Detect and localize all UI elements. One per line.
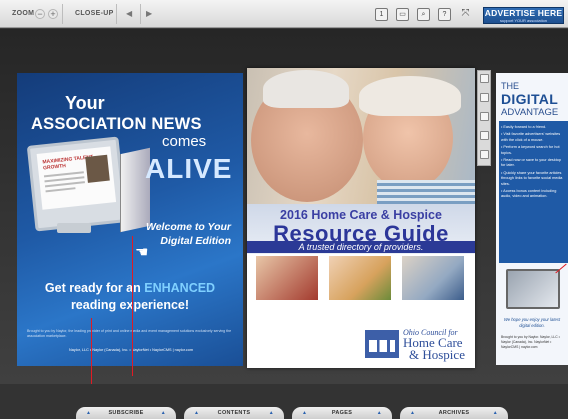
advantage-bullets: • Easily forward to a friend. • Visit fa… — [501, 125, 565, 202]
nav-tab-label: CONTENTS — [217, 410, 251, 416]
page-side-tools — [477, 70, 491, 166]
nav-pages[interactable]: ▲ PAGES ▲ — [292, 407, 392, 419]
single-page-icon[interactable]: 1 — [375, 8, 388, 21]
logo-line-3: & Hospice — [409, 347, 465, 362]
guide-year-line: 2016 Home Care & Hospice — [280, 208, 442, 222]
center-page[interactable]: 2016 Home Care & Hospice Resource Guide … — [247, 68, 475, 368]
elderly-man-hair — [263, 70, 349, 108]
advantage-closing: We hope you enjoy your latest digital ed… — [503, 317, 561, 328]
toolbar-divider — [116, 4, 117, 24]
arrow-up-icon: ▲ — [302, 410, 308, 416]
advertise-subtitle: support YOUR association — [499, 18, 548, 23]
cover-association-news: ASSOCIATION NEWS — [31, 115, 202, 133]
next-page-button[interactable]: ▶ — [146, 9, 152, 18]
list-item: • Quickly share your favorite articles t… — [501, 170, 563, 186]
ohio-logo-mark — [365, 330, 399, 358]
cover-footer: Brought to you by Naylor, the leading pr… — [27, 329, 232, 338]
arrow-up-icon: ▲ — [86, 410, 92, 416]
thumbnail-icon[interactable]: ▭ — [396, 8, 409, 21]
thumbnail-photo — [254, 254, 320, 302]
ready-prefix: Get ready for an — [44, 281, 145, 295]
nav-tab-label: ARCHIVES — [438, 410, 470, 416]
zoom-out-button[interactable]: − — [35, 9, 45, 19]
zoom-label: ZOOM — [12, 10, 35, 17]
nav-archives[interactable]: ▲ ARCHIVES ▲ — [400, 407, 508, 419]
thumbnail-photo — [327, 254, 393, 302]
advantage-credit: Brought to you by Naylor. Naylor, LLC • … — [501, 335, 560, 349]
right-page[interactable]: THE DIGITAL ADVANTAGE • Easily forward t… — [496, 73, 568, 365]
arrow-up-icon: ▲ — [376, 410, 382, 416]
text-line — [44, 181, 85, 188]
help-icon[interactable]: ? — [438, 8, 451, 21]
page-tool-button[interactable] — [480, 93, 489, 102]
thumbnail-photo — [400, 254, 466, 302]
list-item: • Access bonus content including audio, … — [501, 189, 557, 199]
left-page[interactable]: Your ASSOCIATION NEWS MAXIMIZING TALENT … — [17, 73, 243, 366]
cover-photo — [247, 68, 475, 204]
cover-links: Naylor, LLC • Naylor (Canada), Inc. • Na… — [69, 348, 193, 352]
welcome-line-2: Digital Edition — [160, 235, 231, 247]
arrow-up-icon: ▲ — [492, 410, 498, 416]
nav-tab-label: PAGES — [331, 410, 353, 416]
nav-contents[interactable]: ▲ CONTENTS ▲ — [184, 407, 284, 419]
text-line — [45, 187, 76, 193]
cover-comes: comes — [162, 133, 207, 150]
monitor-screen: MAXIMIZING TALENT GROWTH — [36, 146, 117, 210]
arrow-up-icon: ▲ — [268, 410, 274, 416]
advantage-digital: DIGITAL — [501, 91, 559, 107]
advertise-title: ADVERTISE HERE — [484, 8, 563, 18]
toolbar-divider — [62, 4, 63, 24]
arrow-up-icon: ▲ — [194, 410, 200, 416]
striped-shirt — [377, 180, 475, 204]
advantage-the: THE — [501, 81, 519, 91]
cover-your: Your — [65, 93, 105, 113]
welcome-text: Welcome to Your Digital Edition — [146, 220, 231, 248]
list-item: • Easily forward to a friend. — [501, 125, 547, 129]
advertise-banner[interactable]: ADVERTISE HERE support YOUR association — [483, 7, 564, 24]
page-tool-button[interactable] — [480, 150, 489, 159]
toolbar-divider — [140, 4, 141, 24]
laptop-illustration — [506, 269, 560, 309]
ohio-council-logo: Ohio Council for Home Care & Hospice — [365, 326, 473, 362]
ready-line-2: reading experience! — [70, 298, 190, 312]
ready-text: Get ready for an ENHANCED reading experi… — [17, 280, 243, 314]
list-item: • Visit favorite advertisers' websites w… — [501, 132, 561, 142]
page-tool-button[interactable] — [480, 74, 489, 83]
list-item: • Read now or save to your desktop for l… — [501, 158, 562, 168]
arrow-up-icon: ▲ — [410, 410, 416, 416]
nav-tab-label: SUBSCRIBE — [108, 410, 144, 416]
monitor-photo — [85, 154, 110, 183]
page-tool-button[interactable] — [480, 131, 489, 140]
advantage-title: ADVANTAGE — [501, 107, 559, 118]
welcome-line-1: Welcome to Your — [146, 221, 231, 233]
arrow-up-icon: ▲ — [160, 410, 166, 416]
zoom-in-button[interactable]: + — [48, 9, 58, 19]
ready-enhanced: ENHANCED — [144, 281, 216, 295]
monitor-stand — [57, 223, 91, 233]
list-item: • Perform a keyword search for hot topic… — [501, 145, 560, 155]
cover-alive: ALIVE — [145, 153, 233, 184]
page-tool-button[interactable] — [480, 112, 489, 121]
nav-subscribe[interactable]: ▲ SUBSCRIBE ▲ — [76, 407, 176, 419]
closeup-button[interactable]: CLOSE-UP — [75, 10, 114, 17]
prev-page-button[interactable]: ◀ — [126, 9, 132, 18]
fullscreen-icon[interactable]: ⤧ — [459, 8, 472, 21]
elderly-woman-hair — [359, 76, 461, 116]
guide-tagline: A trusted directory of providers. — [298, 242, 424, 252]
top-toolbar: ZOOM − + CLOSE-UP ◀ ▶ 1 ▭ ⌕ ? ⤧ ADVERTIS… — [0, 0, 568, 28]
monitor-illustration: MAXIMIZING TALENT GROWTH — [26, 136, 128, 232]
red-guide-line — [132, 236, 133, 376]
search-icon[interactable]: ⌕ — [417, 8, 430, 21]
